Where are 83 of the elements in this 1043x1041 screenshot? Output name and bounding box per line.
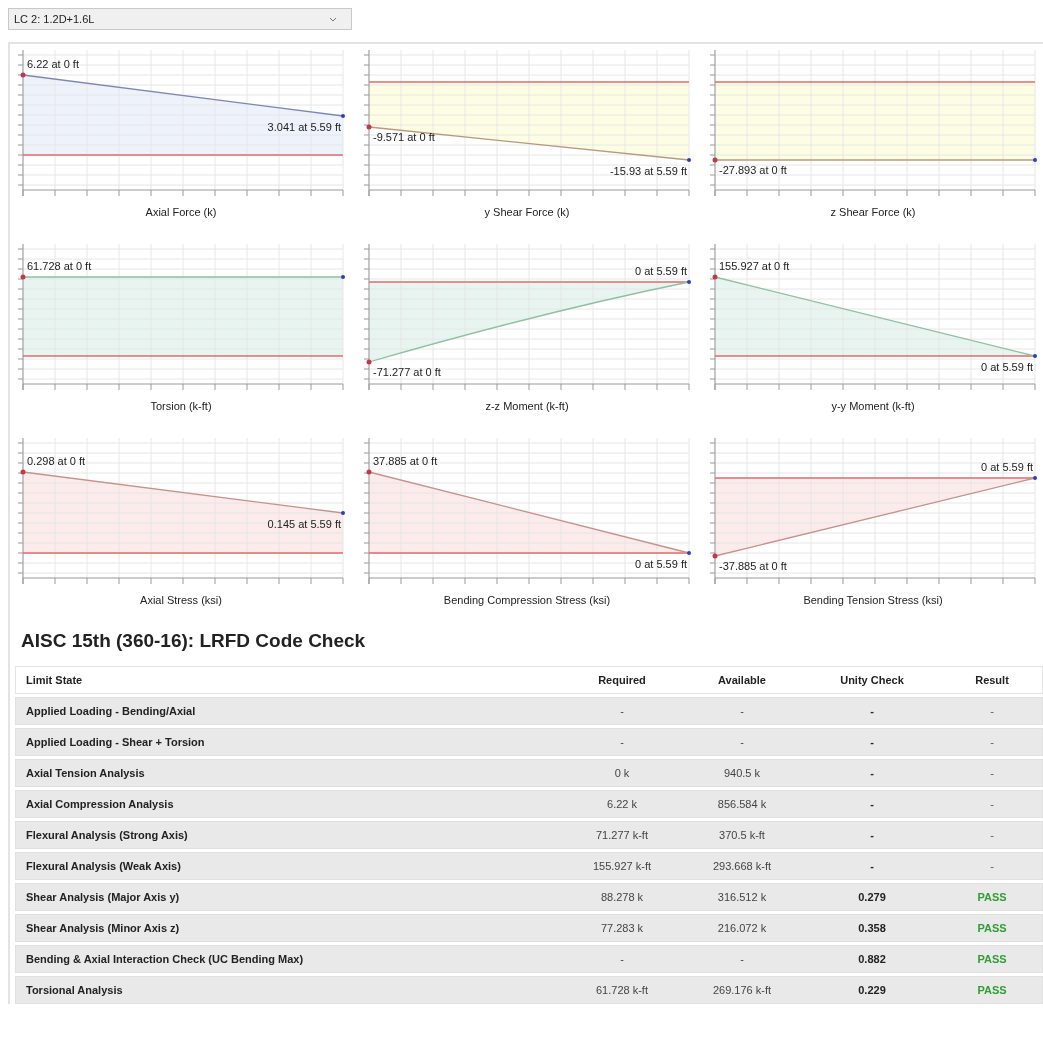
diagram-title: z Shear Force (k) — [830, 206, 916, 218]
table-cell-text: Flexural Analysis (Weak Axis) — [25, 860, 182, 872]
value-label: 0 at 5.59 ft — [635, 265, 687, 278]
table-cell-text: - — [989, 736, 995, 748]
table-cell-text: Bending & Axial Interaction Check (UC Bending Max) — [25, 953, 305, 965]
column-header: Limit State — [25, 674, 84, 686]
table-cell-text: Flexural Analysis (Strong Axis) — [25, 829, 189, 841]
table-cell-text: - — [619, 705, 625, 717]
table-cell-text: 88.278 k — [599, 891, 645, 903]
value-label: 0 at 5.59 ft — [981, 361, 1033, 374]
value-label: 6.22 at 0 ft — [27, 58, 79, 71]
column-header: Available — [717, 674, 767, 686]
table-cell-text: 269.176 k-ft — [711, 984, 773, 996]
value-label: 0.298 at 0 ft — [27, 455, 86, 468]
table-cell-text: 0.229 — [857, 984, 887, 996]
table-cell-text: - — [869, 767, 875, 779]
table-cell-text: 216.072 k — [716, 922, 768, 934]
table-cell-text: 77.283 k — [599, 922, 645, 934]
table-cell-text: - — [869, 705, 875, 717]
value-label: -37.885 at 0 ft — [719, 560, 787, 573]
table-cell-text: 0.279 — [857, 891, 887, 903]
value-label: 155.927 at 0 ft — [719, 260, 790, 273]
diagram-title: Bending Tension Stress (ksi) — [803, 594, 943, 606]
table-cell-text: - — [869, 829, 875, 841]
table-cell-text: - — [989, 767, 995, 779]
diagram-title: Torsion (k-ft) — [150, 400, 212, 412]
table-cell-text: - — [739, 705, 745, 717]
diagram-title: z-z Moment (k-ft) — [485, 400, 569, 412]
table-cell-text: - — [739, 736, 745, 748]
diagram-title: Axial Force (k) — [145, 206, 217, 218]
table-cell-text: Torsional Analysis — [25, 984, 124, 996]
table-cell-text: 0.882 — [857, 953, 887, 965]
table-cell-text: - — [989, 829, 995, 841]
diagram-title: y-y Moment (k-ft) — [831, 400, 915, 412]
table-cell-text: 71.277 k-ft — [595, 829, 649, 841]
table-cell-text: 0 k — [613, 767, 631, 779]
table-cell-text: Axial Compression Analysis — [25, 798, 175, 810]
caret-icon — [329, 16, 337, 22]
column-header: Result — [974, 674, 1010, 686]
table-cell-text: Applied Loading - Shear + Torsion — [25, 736, 206, 748]
value-label: 61.728 at 0 ft — [27, 260, 92, 273]
value-label: 3.041 at 5.59 ft — [267, 121, 341, 134]
table-cell-text: - — [989, 705, 995, 717]
load-case-dropdown[interactable]: LC 2: 1.2D+1.6L — [8, 8, 352, 30]
table-cell-text: - — [869, 736, 875, 748]
table-cell-text: - — [869, 798, 875, 810]
table-cell-text: Shear Analysis (Major Axis y) — [25, 891, 181, 903]
table-cell-text: - — [619, 736, 625, 748]
table-cell-text: 940.5 k — [722, 767, 762, 779]
table-cell-text: PASS — [976, 922, 1008, 934]
value-label: -9.571 at 0 ft — [373, 131, 435, 144]
table-cell-text: - — [869, 860, 875, 872]
table-cell-text: PASS — [976, 953, 1008, 965]
diagram-title: Bending Compression Stress (ksi) — [443, 594, 611, 606]
table-cell-text: - — [989, 860, 995, 872]
table-cell-text: 370.5 k-ft — [718, 829, 766, 841]
table-cell-text: 155.927 k-ft — [591, 860, 653, 872]
diagram-title: y Shear Force (k) — [484, 206, 570, 218]
value-label: 0 at 5.59 ft — [981, 461, 1033, 474]
table-cell-text: 293.668 k-ft — [711, 860, 773, 872]
table-cell-text: 61.728 k-ft — [595, 984, 649, 996]
table-cell-text: 856.584 k — [716, 798, 768, 810]
value-label: 37.885 at 0 ft — [373, 455, 438, 468]
value-label: -15.93 at 5.59 ft — [609, 165, 687, 178]
table-cell-text: Shear Analysis (Minor Axis z) — [25, 922, 181, 934]
table-cell-text: 0.358 — [857, 922, 887, 934]
table-cell-text: - — [739, 953, 745, 965]
table-cell-text: 6.22 k — [606, 798, 638, 810]
table-cell-text: - — [989, 798, 995, 810]
column-header: Unity Check — [839, 674, 905, 686]
table-cell-text: 316.512 k — [716, 891, 768, 903]
value-label: 0.145 at 5.59 ft — [267, 518, 341, 531]
value-label: -71.277 at 0 ft — [373, 366, 441, 379]
table-cell-text: Axial Tension Analysis — [25, 767, 146, 779]
table-cell-text: PASS — [976, 984, 1008, 996]
table-cell-text: - — [619, 953, 625, 965]
table-cell-text: Applied Loading - Bending/Axial — [25, 705, 197, 717]
value-label: 0 at 5.59 ft — [635, 558, 687, 571]
diagram-title: Axial Stress (ksi) — [140, 594, 222, 606]
section-heading: AISC 15th (360-16): LRFD Code Check — [21, 630, 367, 652]
column-header: Required — [597, 674, 647, 686]
value-label: -27.893 at 0 ft — [719, 164, 787, 177]
table-cell-text: PASS — [976, 891, 1008, 903]
